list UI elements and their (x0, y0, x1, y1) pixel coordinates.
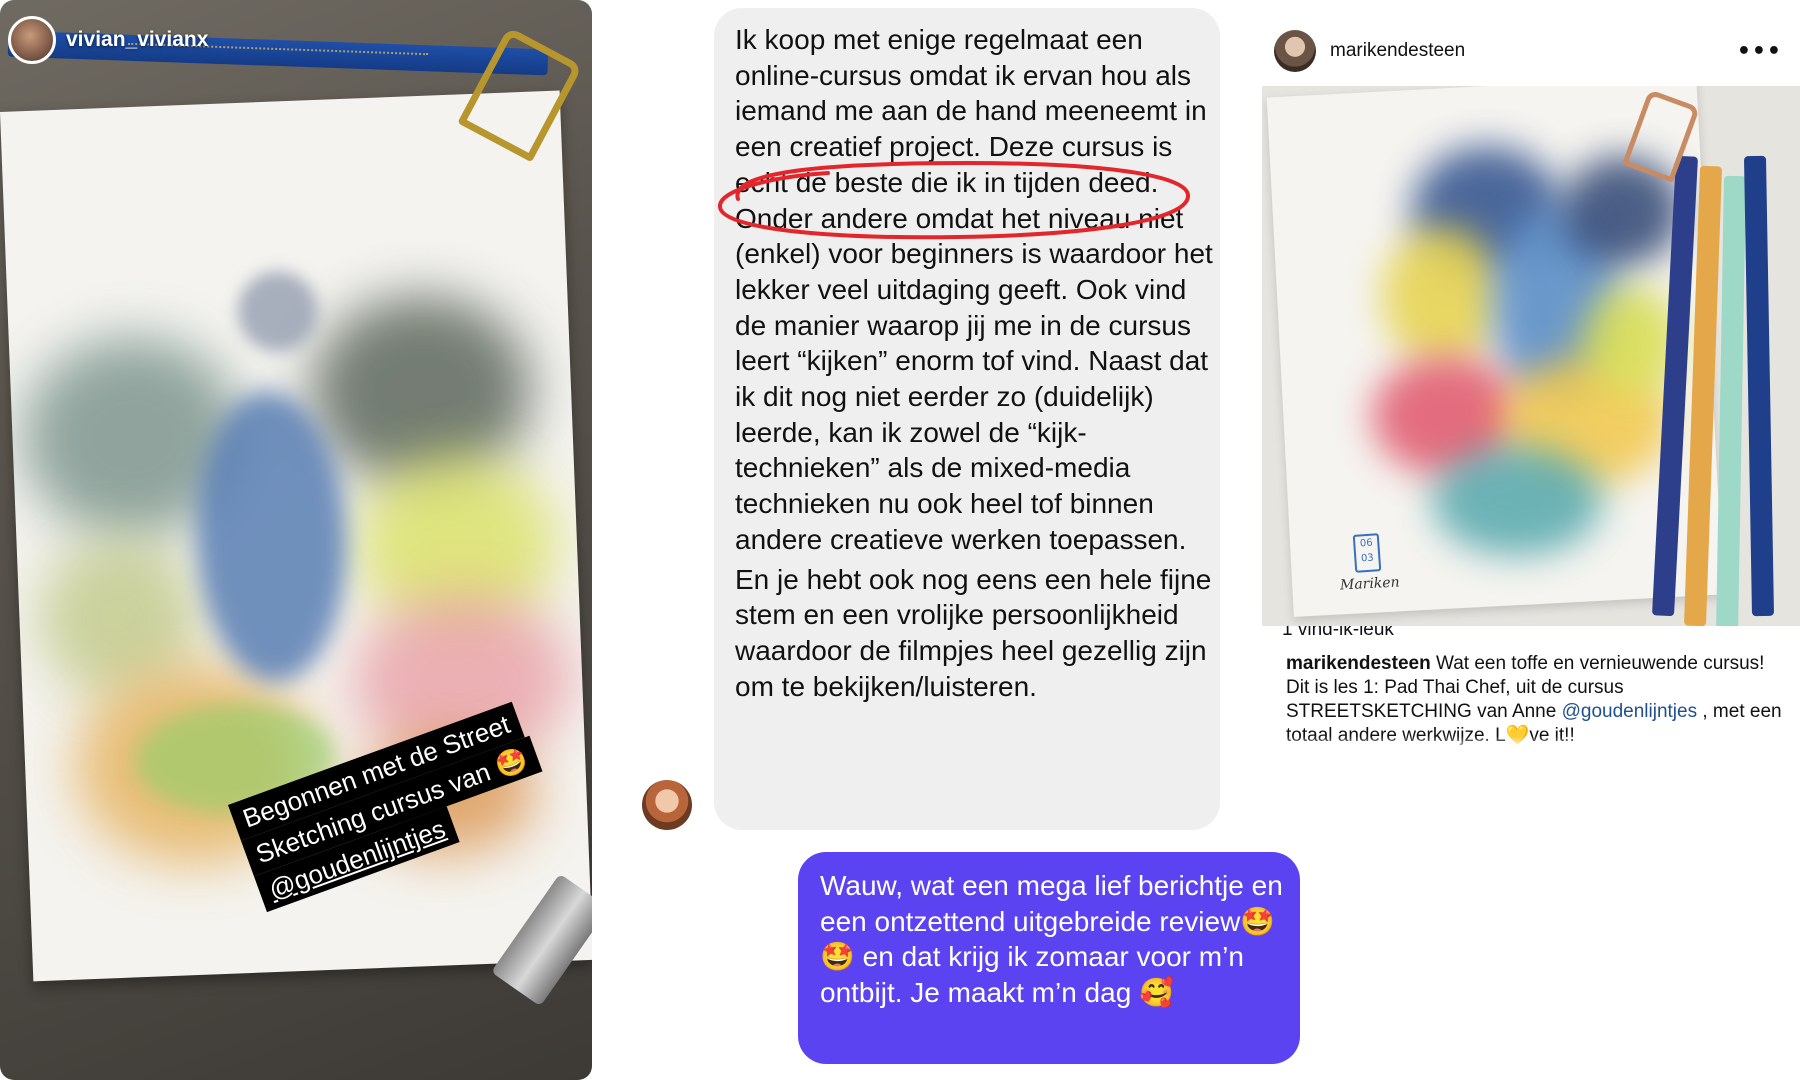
story-username[interactable]: vivian_vivianx (66, 28, 208, 52)
post-caption: marikendesteen Wat een toffe en vernieuw… (1286, 652, 1786, 748)
post-likes-cutoff: 1 vind-ik-leuk (1282, 626, 1394, 640)
caption-username[interactable]: marikendesteen (1286, 653, 1431, 674)
caption-fade (1262, 736, 1800, 752)
post-username[interactable]: marikendesteen (1330, 40, 1465, 62)
more-options-icon[interactable]: ••• (1737, 39, 1782, 64)
post-avatar[interactable] (1274, 30, 1316, 72)
story-screenshot: vivian_vivianx Begonnen met de Street Sk… (0, 0, 592, 1080)
sent-message-text: Wauw, wat een mega lief berichtje en een… (820, 870, 1283, 1009)
story-user-header[interactable]: vivian_vivianx (8, 14, 208, 66)
caption-mention-link[interactable]: @goudenlijntjes (1562, 701, 1698, 722)
story-avatar[interactable] (8, 16, 56, 64)
sender-avatar[interactable] (642, 780, 692, 830)
post-image-signature: Mariken (1339, 574, 1401, 594)
received-message-paragraph-1: Ik koop met enige regelmaat een online-c… (735, 24, 1213, 555)
received-message-text: Ik koop met enige regelmaat een online-c… (735, 22, 1215, 704)
instagram-post: marikendesteen ••• 06 03 Mariken 1 vind-… (1262, 0, 1800, 760)
post-image-watercolor-sketch[interactable]: 06 03 Mariken (1262, 86, 1800, 626)
received-message-paragraph-2: En je hebt ook nog eens een hele fijne s… (735, 563, 1212, 702)
red-highlight-ellipse (718, 160, 1191, 240)
post-header: marikendesteen ••• (1274, 26, 1794, 76)
post-image-date-stamp: 06 03 (1352, 533, 1382, 573)
